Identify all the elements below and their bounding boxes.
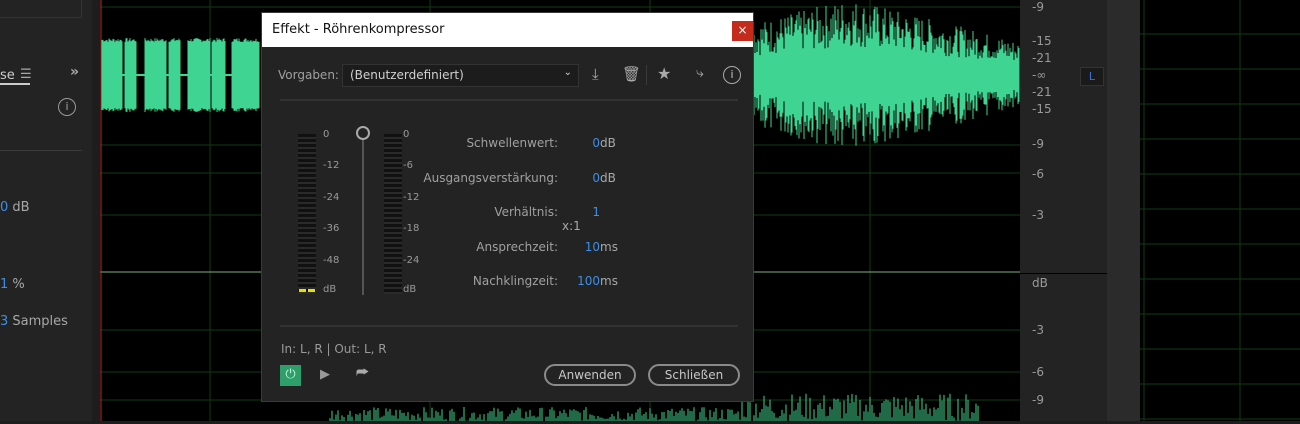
panel-box — [0, 0, 82, 18]
ruler-tick: -15 — [1032, 34, 1052, 48]
close-icon[interactable]: × — [732, 21, 753, 41]
ratio-field[interactable]: 1x:1 — [562, 205, 617, 233]
effect-dialog: Effekt - Röhrenkompressor × Vorgaben: (B… — [261, 12, 754, 402]
ruler-tick: -∞ — [1032, 68, 1047, 82]
meter-tick: -36 — [323, 223, 340, 234]
meter-tick: -12 — [403, 192, 420, 203]
routing-info: In: L, R | Out: L, R — [281, 342, 387, 356]
divider — [646, 65, 647, 85]
dialog-titlebar[interactable]: Effekt - Röhrenkompressor — [262, 13, 753, 47]
amplitude-ruler: -9 -15 -21 -∞ -21 -15 -9 -6 -3 dB -3 -6 … — [1020, 0, 1107, 421]
ruler-tick: -9 — [1032, 393, 1044, 407]
release-label: Nachklingzeit: — [472, 274, 558, 288]
channel-left-button[interactable]: L — [1080, 67, 1104, 86]
meter-tick: -6 — [403, 160, 413, 171]
play-icon[interactable]: ▶ — [320, 367, 330, 382]
divider — [280, 325, 738, 327]
info-icon[interactable]: i — [723, 66, 741, 84]
ratio-label: Verhältnis: — [494, 205, 558, 219]
ruler-tick: -3 — [1032, 208, 1044, 222]
secondary-display — [1140, 0, 1300, 421]
threshold-label: Schwellenwert: — [466, 136, 558, 150]
ruler-tick: -21 — [1032, 85, 1052, 99]
input-meter — [298, 134, 316, 294]
presets-value: (Benutzerdefiniert) — [350, 68, 464, 82]
threshold-field[interactable]: 0dB — [562, 136, 617, 150]
meter-tick: -12 — [323, 160, 340, 171]
release-field[interactable]: 100ms — [562, 274, 622, 288]
loop-export-icon[interactable]: ⮫ — [356, 365, 369, 381]
trash-icon[interactable]: 🗑 — [622, 65, 641, 83]
meter-tick: -48 — [323, 255, 340, 266]
attack-label: Ansprechzeit: — [476, 240, 558, 254]
ruler-tick: -9 — [1032, 0, 1044, 14]
panel-splitter[interactable] — [1107, 0, 1140, 421]
attack-field[interactable]: 10ms — [562, 240, 622, 254]
menu-icon[interactable]: ☰ — [20, 67, 32, 82]
meter-tick: 0 — [323, 129, 330, 140]
value-percent[interactable]: 1 % — [0, 277, 25, 292]
ruler-unit: dB — [1032, 276, 1048, 290]
value-db[interactable]: 0 dB — [0, 200, 30, 215]
ruler-tick: -6 — [1032, 167, 1044, 181]
effects-panel: se ☰ » i 0 dB 1 % 3 Samples — [0, 0, 92, 421]
chevron-down-icon: ⌄ — [563, 67, 572, 78]
meter-tick: -18 — [403, 223, 420, 234]
grid-display — [1140, 0, 1300, 421]
info-icon[interactable]: i — [58, 98, 76, 116]
expand-panels-icon[interactable]: » — [70, 64, 79, 80]
presets-dropdown[interactable]: (Benutzerdefiniert) ⌄ — [342, 64, 579, 87]
value-samples[interactable]: 3 Samples — [0, 314, 68, 329]
divider — [0, 150, 82, 151]
ruler-tick: -6 — [1032, 365, 1044, 379]
meter-tick: -24 — [323, 192, 340, 203]
favorite-star-icon[interactable]: ★ — [657, 64, 671, 83]
meter-tick: dB — [323, 284, 337, 295]
channel-divider — [1020, 273, 1107, 274]
close-button[interactable]: Schließen — [648, 364, 740, 386]
save-preset-icon[interactable]: ⤓ — [592, 65, 599, 83]
ruler-tick: -15 — [1032, 102, 1052, 116]
divider — [280, 99, 738, 101]
panel-tab-label: se — [0, 68, 15, 83]
output-gain-label: Ausgangsverstärkung: — [423, 171, 558, 185]
output-gain-field[interactable]: 0dB — [562, 171, 617, 185]
routing-icon[interactable]: ⤷ — [696, 65, 704, 81]
ruler-tick: -9 — [1032, 137, 1044, 151]
meter-tick: -24 — [403, 255, 420, 266]
power-toggle-icon[interactable]: ⏻ — [280, 365, 301, 386]
ruler-tick: -21 — [1032, 51, 1052, 65]
ruler-tick: -3 — [1032, 323, 1044, 337]
apply-button[interactable]: Anwenden — [544, 364, 636, 386]
dialog-title: Effekt - Röhrenkompressor — [272, 22, 445, 37]
presets-label: Vorgaben: — [278, 68, 339, 82]
